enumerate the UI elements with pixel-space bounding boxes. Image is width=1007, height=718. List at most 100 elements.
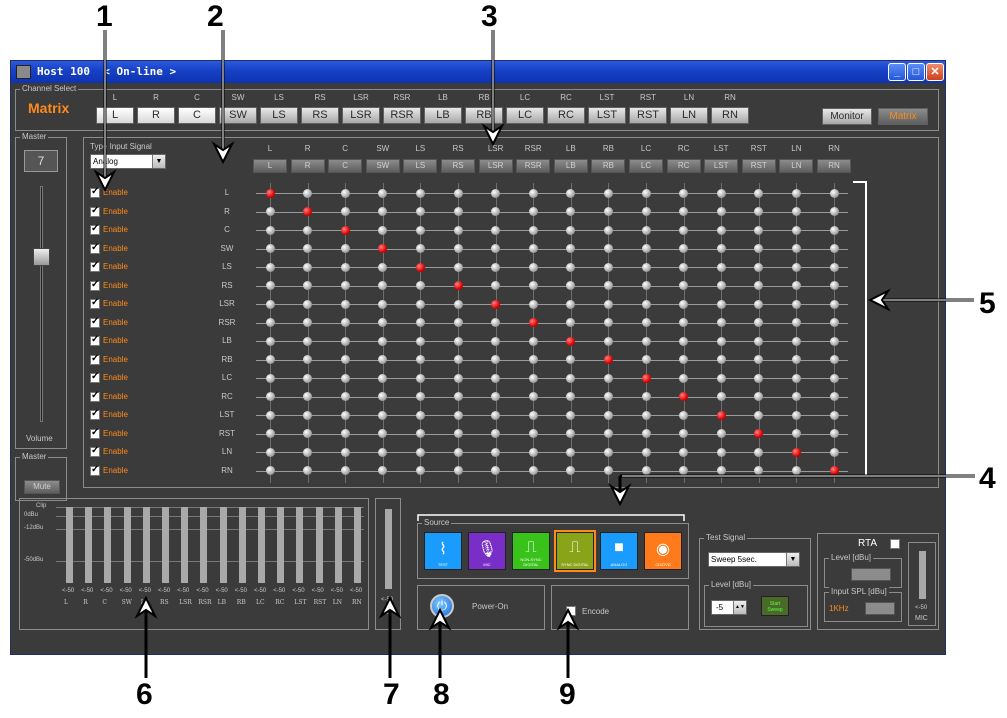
- matrix-node-rst-rn[interactable]: [829, 429, 839, 438]
- matrix-node-rst-sw[interactable]: [378, 429, 388, 438]
- matrix-node-ls-rsr[interactable]: [528, 262, 538, 272]
- matrix-node-rc-ls[interactable]: [415, 392, 425, 401]
- matrix-node-c-rc[interactable]: [679, 225, 689, 235]
- matrix-node-rst-r[interactable]: [303, 429, 313, 438]
- matrix-node-c-r[interactable]: [303, 225, 313, 235]
- enable-checkbox-lc[interactable]: [90, 371, 100, 383]
- matrix-node-sw-l[interactable]: [265, 244, 275, 253]
- matrix-node-r-rn[interactable]: [829, 207, 839, 216]
- matrix-node-ls-rs[interactable]: [453, 262, 463, 272]
- matrix-node-sw-rst[interactable]: [754, 244, 764, 253]
- matrix-node-l-lc[interactable]: [641, 188, 651, 198]
- matrix-node-r-sw[interactable]: [378, 207, 388, 216]
- matrix-node-ls-sw[interactable]: [378, 262, 388, 272]
- matrix-node-sw-lsr[interactable]: [491, 244, 501, 253]
- matrix-node-l-rb[interactable]: [603, 188, 613, 198]
- matrix-node-rc-rsr[interactable]: [528, 392, 538, 401]
- matrix-node-ls-lb[interactable]: [566, 262, 576, 272]
- matrix-col-button-lb[interactable]: LB: [553, 159, 588, 173]
- matrix-node-lc-rn[interactable]: [829, 373, 839, 383]
- matrix-node-ln-rb[interactable]: [603, 447, 613, 457]
- encode-checkbox[interactable]: [566, 606, 576, 616]
- matrix-node-rb-r[interactable]: [303, 355, 313, 364]
- matrix-node-lb-r[interactable]: [303, 336, 313, 346]
- matrix-node-lc-ln[interactable]: [791, 373, 801, 383]
- matrix-node-rc-l[interactable]: [265, 392, 275, 401]
- matrix-node-rs-ls[interactable]: [415, 281, 425, 290]
- channel-button-lsr[interactable]: LSR: [342, 107, 380, 124]
- matrix-node-c-ls[interactable]: [415, 225, 425, 235]
- channel-button-rn[interactable]: RN: [711, 107, 749, 124]
- matrix-col-button-lsr[interactable]: LSR: [478, 159, 513, 173]
- matrix-node-lst-c[interactable]: [340, 410, 350, 420]
- matrix-node-rst-lc[interactable]: [641, 429, 651, 438]
- matrix-node-rsr-r[interactable]: [303, 318, 313, 327]
- matrix-node-rsr-lc[interactable]: [641, 318, 651, 327]
- matrix-node-rs-rs[interactable]: [453, 281, 463, 290]
- matrix-node-lc-sw[interactable]: [378, 373, 388, 383]
- maximize-button[interactable]: □: [907, 63, 925, 81]
- channel-button-c[interactable]: C: [178, 107, 216, 124]
- matrix-node-rsr-lsr[interactable]: [491, 318, 501, 327]
- rta-level-field[interactable]: [851, 568, 891, 581]
- matrix-node-lb-lsr[interactable]: [491, 336, 501, 346]
- matrix-node-c-lst[interactable]: [716, 225, 726, 235]
- matrix-node-sw-rs[interactable]: [453, 244, 463, 253]
- matrix-node-c-rb[interactable]: [603, 225, 613, 235]
- matrix-node-ls-ls[interactable]: [415, 262, 425, 272]
- channel-button-lst[interactable]: LST: [588, 107, 626, 124]
- matrix-node-rs-lst[interactable]: [716, 281, 726, 290]
- matrix-node-rn-rs[interactable]: [453, 466, 463, 475]
- matrix-node-lst-l[interactable]: [265, 410, 275, 420]
- test-level-stepper[interactable]: -5 ▲▼: [711, 600, 747, 615]
- matrix-node-rst-rb[interactable]: [603, 429, 613, 438]
- channel-button-ls[interactable]: LS: [260, 107, 298, 124]
- matrix-node-r-rsr[interactable]: [528, 207, 538, 216]
- matrix-button[interactable]: Matrix: [878, 108, 928, 125]
- matrix-node-r-rst[interactable]: [754, 207, 764, 216]
- matrix-node-ls-rst[interactable]: [754, 262, 764, 272]
- enable-checkbox-l[interactable]: [90, 186, 100, 198]
- matrix-node-rst-lst[interactable]: [716, 429, 726, 438]
- matrix-node-lsr-lsr[interactable]: [491, 299, 501, 309]
- matrix-node-sw-rc[interactable]: [679, 244, 689, 253]
- matrix-node-rc-rb[interactable]: [603, 392, 613, 401]
- matrix-node-rb-c[interactable]: [340, 355, 350, 364]
- matrix-node-sw-lb[interactable]: [566, 244, 576, 253]
- matrix-node-c-sw[interactable]: [378, 225, 388, 235]
- chevron-down-icon[interactable]: ▼: [152, 155, 165, 168]
- matrix-node-l-rs[interactable]: [453, 188, 463, 198]
- matrix-node-rs-rb[interactable]: [603, 281, 613, 290]
- matrix-node-r-lst[interactable]: [716, 207, 726, 216]
- matrix-node-rn-rc[interactable]: [679, 466, 689, 475]
- matrix-node-rs-rsr[interactable]: [528, 281, 538, 290]
- matrix-node-lb-lst[interactable]: [716, 336, 726, 346]
- channel-button-r[interactable]: R: [137, 107, 175, 124]
- matrix-node-ln-lst[interactable]: [716, 447, 726, 457]
- matrix-node-ln-lsr[interactable]: [491, 447, 501, 457]
- volume-slider-thumb[interactable]: [33, 248, 50, 266]
- matrix-node-l-lb[interactable]: [566, 188, 576, 198]
- enable-checkbox-ls[interactable]: [90, 260, 100, 272]
- matrix-node-rn-lb[interactable]: [566, 466, 576, 475]
- matrix-node-lc-c[interactable]: [340, 373, 350, 383]
- matrix-node-r-lsr[interactable]: [491, 207, 501, 216]
- matrix-node-rc-ln[interactable]: [791, 392, 801, 401]
- matrix-node-rs-l[interactable]: [265, 281, 275, 290]
- enable-checkbox-sw[interactable]: [90, 242, 100, 254]
- matrix-node-rs-r[interactable]: [303, 281, 313, 290]
- matrix-node-lb-lc[interactable]: [641, 336, 651, 346]
- matrix-node-ls-lsr[interactable]: [491, 262, 501, 272]
- matrix-node-rst-rst[interactable]: [754, 429, 764, 438]
- matrix-node-sw-r[interactable]: [303, 244, 313, 253]
- enable-checkbox-rsr[interactable]: [90, 316, 100, 328]
- matrix-node-rc-rc[interactable]: [679, 392, 689, 401]
- matrix-node-l-r[interactable]: [303, 188, 313, 198]
- matrix-node-rb-rs[interactable]: [453, 355, 463, 364]
- matrix-node-lsr-rsr[interactable]: [528, 299, 538, 309]
- matrix-node-sw-ls[interactable]: [415, 244, 425, 253]
- matrix-col-button-c[interactable]: C: [328, 159, 363, 173]
- matrix-node-sw-c[interactable]: [340, 244, 350, 253]
- mute-button[interactable]: Mute: [24, 480, 60, 494]
- matrix-node-rst-lsr[interactable]: [491, 429, 501, 438]
